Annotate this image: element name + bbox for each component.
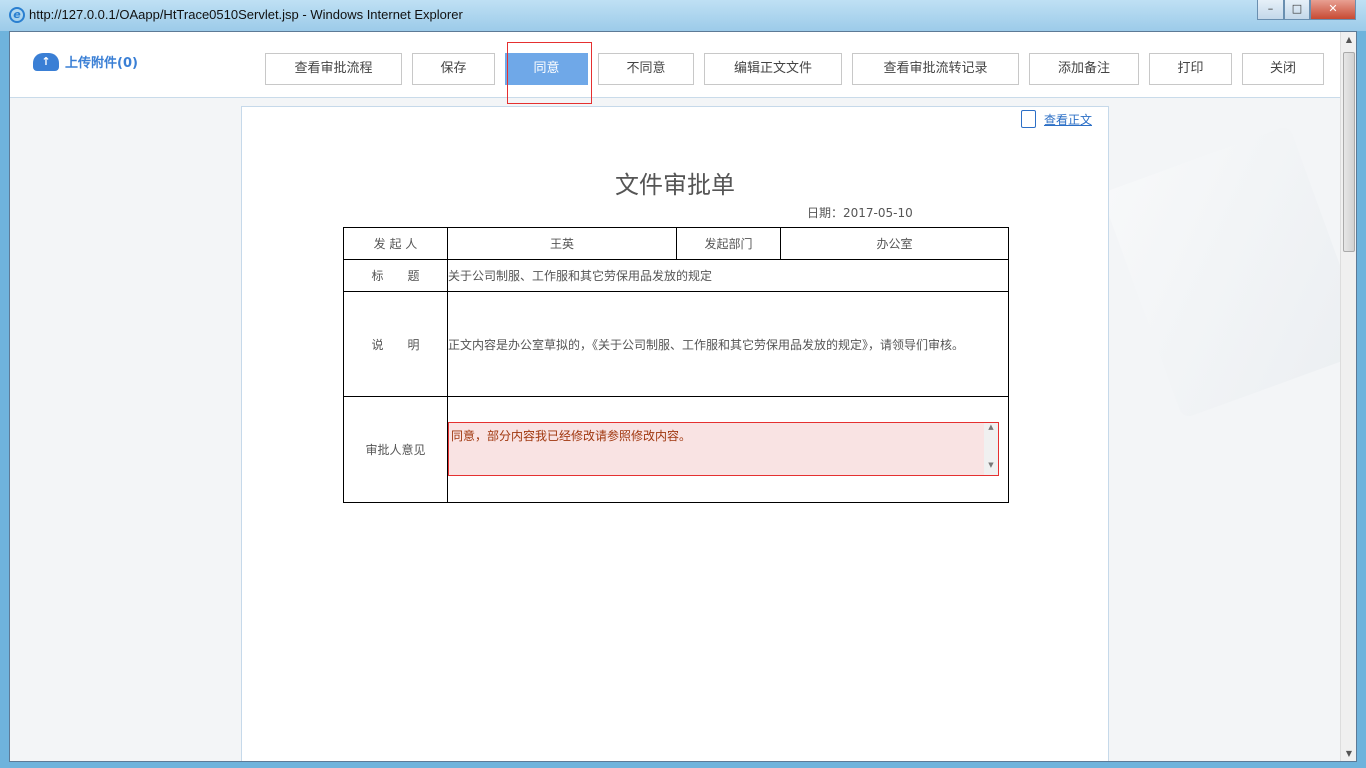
- disagree-button[interactable]: 不同意: [598, 53, 694, 85]
- subject-value: 关于公司制服、工作服和其它劳保用品发放的规定: [448, 260, 1009, 292]
- dept-value: 办公室: [781, 228, 1009, 260]
- cloud-upload-icon: ↑: [33, 53, 59, 71]
- scroll-thumb[interactable]: [1343, 52, 1355, 252]
- edit-document-button[interactable]: 编辑正文文件: [704, 53, 842, 85]
- view-approval-flow-button[interactable]: 查看审批流程: [265, 53, 402, 85]
- minimize-button[interactable]: –: [1257, 0, 1284, 20]
- add-note-button[interactable]: 添加备注: [1029, 53, 1139, 85]
- document-search-icon: [1021, 110, 1036, 128]
- form-date: 日期：2017-05-10: [807, 204, 913, 221]
- view-transfer-records-button[interactable]: 查看审批流转记录: [852, 53, 1019, 85]
- table-row: 发 起 人 王英 发起部门 办公室: [344, 228, 1009, 260]
- toolbar: ↑ 上传附件(0) 查看审批流程 保存 同意 不同意 编辑正文文件 查看审批流转…: [10, 32, 1340, 98]
- close-button[interactable]: 关闭: [1242, 53, 1324, 85]
- initiator-label: 发 起 人: [344, 228, 448, 260]
- highlight-box: [507, 42, 592, 104]
- maximize-button[interactable]: □: [1284, 0, 1310, 20]
- close-window-button[interactable]: ✕: [1310, 0, 1356, 20]
- calculator-background-image: [1101, 125, 1357, 419]
- approval-form: 查看正文 文件审批单 日期：2017-05-10 发 起 人 王英 发起部门 办…: [241, 106, 1109, 762]
- view-document-label: 查看正文: [1044, 111, 1092, 128]
- form-title: 文件审批单: [242, 165, 1108, 200]
- scroll-down-icon[interactable]: ▼: [1341, 746, 1357, 762]
- table-row: 说 明 正文内容是办公室草拟的，《关于公司制服、工作服和其它劳保用品发放的规定》…: [344, 292, 1009, 397]
- upload-attachment-button[interactable]: ↑ 上传附件(0): [33, 52, 138, 71]
- window-title: http://127.0.0.1/OAapp/HtTrace0510Servle…: [29, 7, 463, 22]
- opinion-textarea[interactable]: 同意，部分内容我已经修改请参照修改内容。: [448, 422, 999, 476]
- desc-label: 说 明: [344, 292, 448, 397]
- dept-label: 发起部门: [677, 228, 781, 260]
- subject-label: 标 题: [344, 260, 448, 292]
- table-row: 标 题 关于公司制服、工作服和其它劳保用品发放的规定: [344, 260, 1009, 292]
- upload-label: 上传附件(0): [65, 52, 138, 71]
- initiator-value: 王英: [448, 228, 677, 260]
- scroll-up-icon[interactable]: ▲: [1341, 32, 1357, 48]
- opinion-label: 审批人意见: [344, 397, 448, 503]
- browser-content: ↑ 上传附件(0) 查看审批流程 保存 同意 不同意 编辑正文文件 查看审批流转…: [9, 31, 1357, 762]
- ie-icon: e: [9, 7, 25, 23]
- save-button[interactable]: 保存: [412, 53, 495, 85]
- page-scrollbar[interactable]: ▲ ▼: [1340, 32, 1357, 762]
- view-document-link[interactable]: 查看正文: [1021, 110, 1092, 128]
- print-button[interactable]: 打印: [1149, 53, 1232, 85]
- textarea-scrollbar[interactable]: ▲▼: [984, 423, 998, 475]
- desc-value: 正文内容是办公室草拟的，《关于公司制服、工作服和其它劳保用品发放的规定》，请领导…: [448, 292, 1009, 397]
- title-bar: e http://127.0.0.1/OAapp/HtTrace0510Serv…: [0, 0, 1366, 31]
